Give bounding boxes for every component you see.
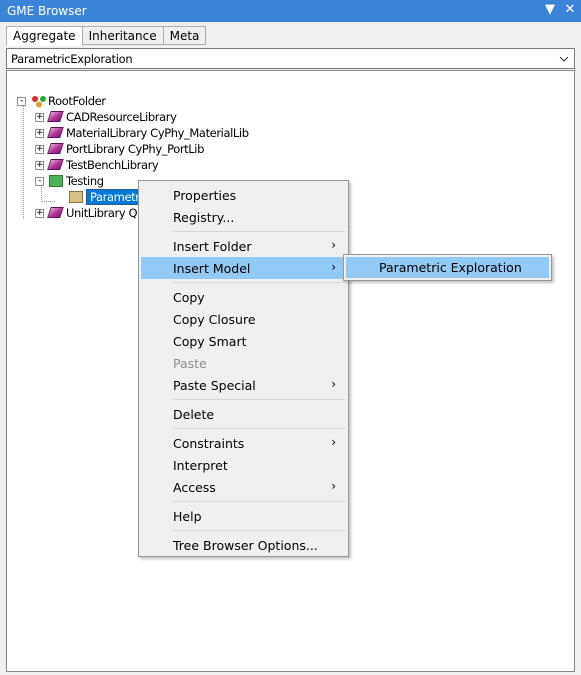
menu-item-insert-folder[interactable]: Insert Folder › xyxy=(141,235,346,257)
tree-node-unitlibrary[interactable]: + UnitLibrary QU xyxy=(35,205,146,221)
menu-item-copy[interactable]: Copy xyxy=(141,286,346,308)
tree-node-label: UnitLibrary QU xyxy=(66,206,146,220)
menu-item-paste: Paste xyxy=(173,356,207,371)
tree-node-materiallibrary[interactable]: + MaterialLibrary CyPhy_MaterialLib xyxy=(35,125,249,141)
menu-item-tree-browser-options[interactable]: Tree Browser Options... xyxy=(141,534,346,556)
object-combo[interactable]: ParametricExploration xyxy=(6,48,575,69)
folder-icon xyxy=(49,175,63,187)
tree-node-label: RootFolder xyxy=(48,94,106,108)
submenu-arrow-icon: › xyxy=(331,435,336,449)
insert-model-submenu: Parametric Exploration xyxy=(343,254,552,281)
tree-node-label: PortLibrary CyPhy_PortLib xyxy=(66,142,204,156)
menu-item-delete[interactable]: Delete xyxy=(141,403,346,425)
folder-icon xyxy=(69,191,83,203)
library-icon xyxy=(47,143,64,155)
menu-separator xyxy=(172,399,345,400)
tab-inheritance[interactable]: Inheritance xyxy=(81,26,164,45)
menu-separator xyxy=(172,501,345,502)
context-menu: Properties Registry... Insert Folder › In… xyxy=(138,180,349,557)
menu-separator xyxy=(172,428,345,429)
tab-aggregate[interactable]: Aggregate xyxy=(6,26,83,46)
close-icon[interactable]: ✕ xyxy=(563,3,577,17)
submenu-arrow-icon: › xyxy=(331,260,336,274)
menu-separator xyxy=(172,282,345,283)
collapse-icon[interactable]: - xyxy=(17,96,26,106)
tree-node-testbenchlibrary[interactable]: + TestBenchLibrary xyxy=(35,157,159,173)
tree-node-label: Testing xyxy=(66,174,104,188)
expand-icon[interactable]: + xyxy=(35,208,44,218)
menu-item-registry[interactable]: Registry... xyxy=(141,206,346,228)
window-titlebar: GME Browser ▼ ✕ xyxy=(0,0,581,22)
library-icon xyxy=(47,207,64,219)
submenu-item-parametric-exploration[interactable]: Parametric Exploration xyxy=(346,257,549,278)
tree-node-cadresourcelibrary[interactable]: + CADResourceLibrary xyxy=(35,109,177,125)
collapse-icon[interactable]: - xyxy=(35,176,44,186)
library-icon xyxy=(47,159,64,171)
submenu-arrow-icon: › xyxy=(331,238,336,252)
expand-icon[interactable]: + xyxy=(35,128,44,138)
expand-icon[interactable]: + xyxy=(35,112,44,122)
menu-item-insert-model[interactable]: Insert Model › xyxy=(141,257,346,279)
tab-meta[interactable]: Meta xyxy=(162,26,207,45)
tree-connector xyxy=(41,201,55,202)
library-icon xyxy=(47,111,64,123)
tree-node-label: MaterialLibrary CyPhy_MaterialLib xyxy=(66,126,249,140)
tree-node-rootfolder[interactable]: - RootFolder xyxy=(17,93,106,109)
menu-item-properties[interactable]: Properties xyxy=(141,184,346,206)
submenu-arrow-icon: › xyxy=(331,479,336,493)
tree-connector xyxy=(23,106,24,219)
tree-node-portlibrary[interactable]: + PortLibrary CyPhy_PortLib xyxy=(35,141,204,157)
menu-item-copy-smart[interactable]: Copy Smart xyxy=(141,330,346,352)
menu-item-access[interactable]: Access › xyxy=(141,476,346,498)
tree-node-label: TestBenchLibrary xyxy=(66,158,159,172)
menu-item-help[interactable]: Help xyxy=(141,505,346,527)
menu-item-copy-closure[interactable]: Copy Closure xyxy=(141,308,346,330)
menu-item-constraints[interactable]: Constraints › xyxy=(141,432,346,454)
menu-item-interpret[interactable]: Interpret xyxy=(141,454,346,476)
tab-strip: Aggregate Inheritance Meta xyxy=(6,26,207,46)
tree-node-label: CADResourceLibrary xyxy=(66,110,177,124)
chevron-down-icon[interactable] xyxy=(556,50,572,67)
expand-icon[interactable]: + xyxy=(35,144,44,154)
window-title: GME Browser xyxy=(7,4,87,18)
menu-item-paste-special[interactable]: Paste Special › xyxy=(141,374,346,396)
dropdown-triangle-icon[interactable]: ▼ xyxy=(543,3,557,17)
library-icon xyxy=(47,127,64,139)
root-folder-icon xyxy=(31,95,46,108)
menu-separator xyxy=(172,231,345,232)
tree-node-testing[interactable]: - Testing xyxy=(35,173,104,189)
menu-separator xyxy=(172,530,345,531)
expand-icon[interactable]: + xyxy=(35,160,44,170)
submenu-arrow-icon: › xyxy=(331,377,336,391)
combo-value: ParametricExploration xyxy=(11,52,133,66)
